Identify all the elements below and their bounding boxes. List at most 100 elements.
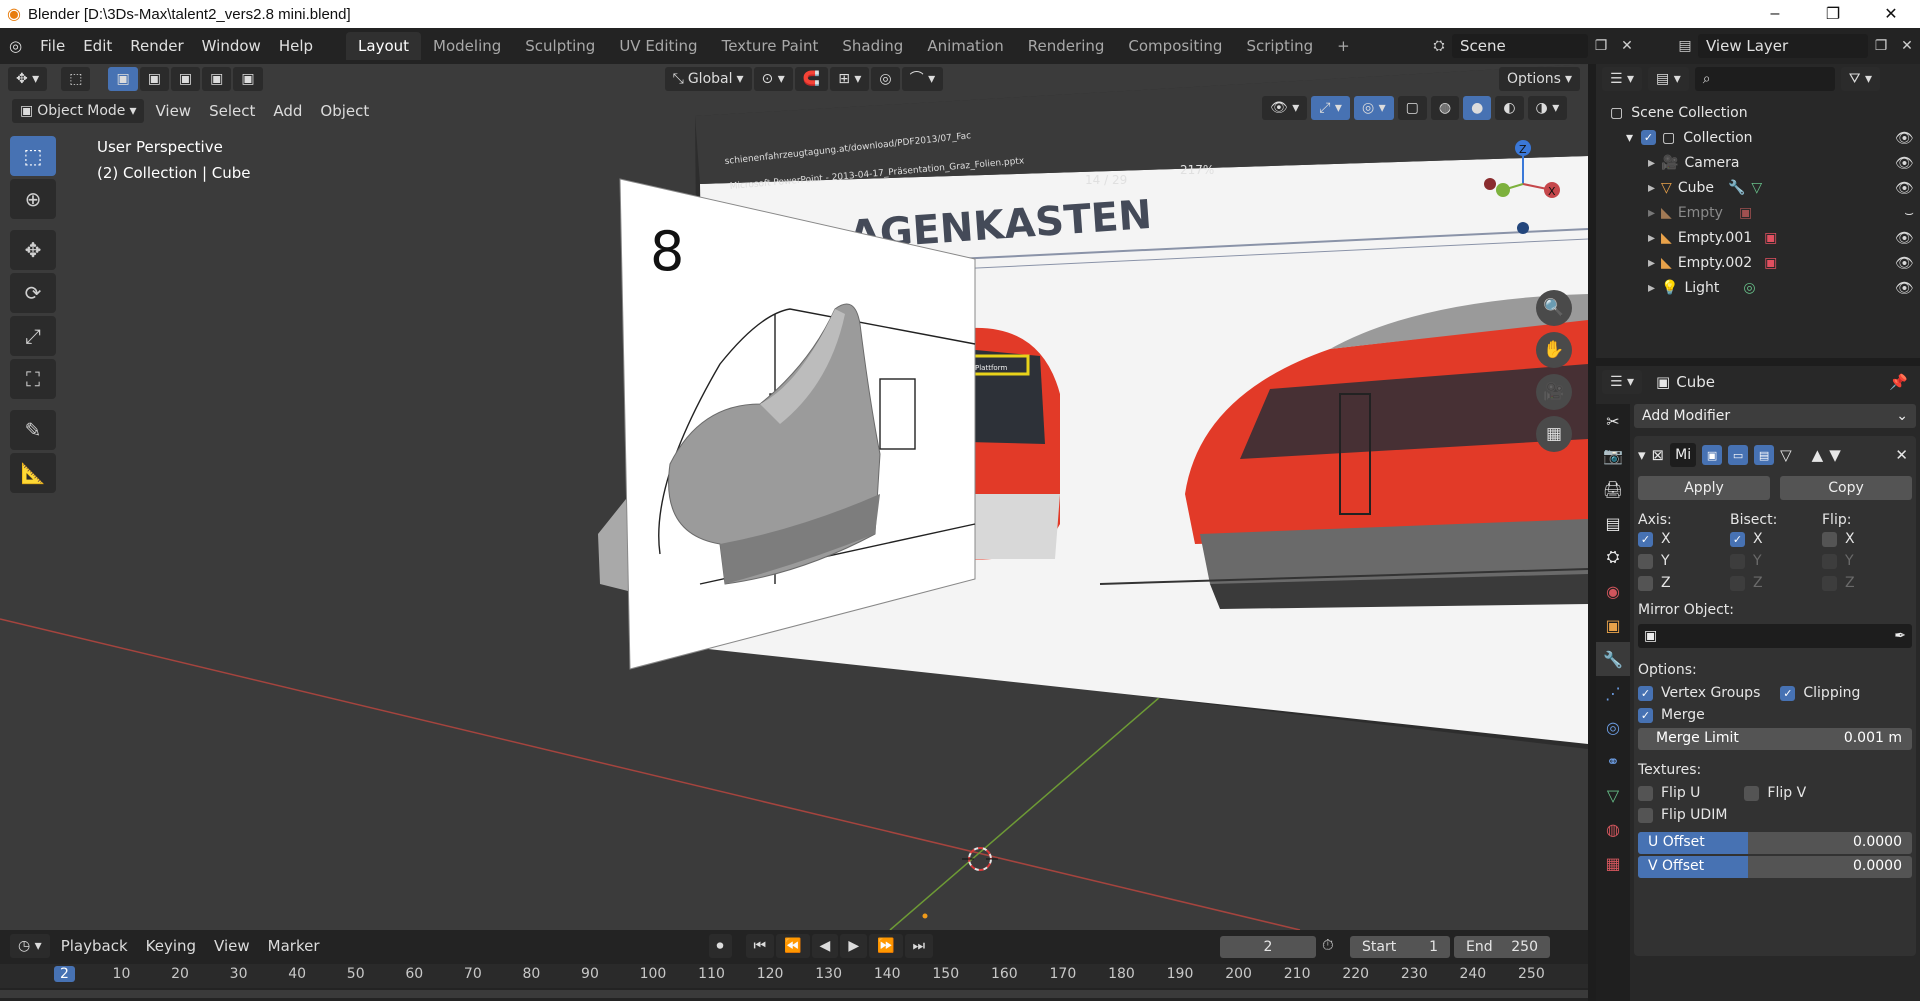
- remove-view-layer-icon[interactable]: ✕: [1894, 34, 1920, 58]
- tab-material[interactable]: ◍: [1596, 812, 1630, 846]
- tab-render[interactable]: 📷: [1596, 438, 1630, 472]
- bisect-y-checkbox[interactable]: Y: [1730, 550, 1822, 572]
- apply-button[interactable]: Apply: [1638, 476, 1770, 500]
- tab-uv-editing[interactable]: UV Editing: [607, 32, 709, 60]
- vertex-groups-checkbox[interactable]: ✓ Vertex Groups: [1638, 682, 1760, 704]
- menu-render[interactable]: Render: [121, 33, 192, 59]
- menu-keying[interactable]: Keying: [137, 937, 205, 955]
- menu-select[interactable]: Select: [200, 102, 264, 120]
- bisect-x-checkbox[interactable]: ✓ X: [1730, 528, 1822, 550]
- copy-button[interactable]: Copy: [1780, 476, 1912, 500]
- end-frame-field[interactable]: End 250: [1454, 936, 1550, 958]
- record-button[interactable]: ⏺: [708, 934, 732, 958]
- transform-orientation-dropdown[interactable]: ⤡ Global ▾: [664, 67, 752, 91]
- tab-data[interactable]: ▽: [1596, 778, 1630, 812]
- rotate-tool[interactable]: ⟳: [10, 273, 56, 313]
- properties-editor-type-button[interactable]: ☰ ▾: [1602, 370, 1643, 394]
- shading-wireframe-button[interactable]: ◍: [1430, 96, 1460, 120]
- proportional-edit-toggle[interactable]: ◎: [871, 67, 900, 91]
- tab-object[interactable]: ▣: [1596, 608, 1630, 642]
- tab-shading[interactable]: Shading: [830, 32, 915, 60]
- selection-mode-invert-button[interactable]: ▣: [202, 67, 232, 91]
- move-up-icon[interactable]: ▲: [1812, 446, 1824, 464]
- shading-material-button[interactable]: ◐: [1495, 96, 1524, 120]
- clipping-checkbox[interactable]: ✓ Clipping: [1780, 682, 1860, 704]
- eye-icon[interactable]: 👁: [1895, 154, 1914, 172]
- timeline-editor-type-button[interactable]: ◷ ▾: [10, 934, 50, 958]
- selection-mode-subtract-button[interactable]: ▣: [170, 67, 201, 91]
- outliner-item-camera[interactable]: ▸ 🎥 Camera 👁: [1596, 150, 1920, 175]
- eye-icon[interactable]: 👁: [1895, 129, 1914, 147]
- selection-mode-intersect-button[interactable]: ▣: [233, 67, 263, 91]
- move-down-icon[interactable]: ▼: [1829, 446, 1841, 464]
- scene-selector[interactable]: ⛭ Scene ❐ ✕: [1426, 32, 1640, 60]
- collapse-arrow-icon[interactable]: ▾: [1638, 446, 1646, 464]
- current-frame-field[interactable]: 2: [1220, 936, 1316, 958]
- axis-y-checkbox[interactable]: Y: [1638, 550, 1730, 572]
- menu-help[interactable]: Help: [270, 33, 322, 59]
- menu-view[interactable]: View: [146, 102, 200, 120]
- collection-checkbox[interactable]: ✓: [1641, 130, 1657, 145]
- tab-view-layer[interactable]: ▤: [1596, 506, 1630, 540]
- add-workspace-button[interactable]: +: [1325, 32, 1362, 60]
- add-modifier-dropdown[interactable]: Add Modifier ⌄: [1634, 404, 1916, 428]
- tab-layout[interactable]: Layout: [346, 32, 422, 60]
- eyedropper-icon[interactable]: ✒: [1894, 628, 1906, 644]
- gizmo-toggle[interactable]: ⤢ ▾: [1311, 96, 1350, 120]
- shading-solid-button[interactable]: ●: [1463, 96, 1492, 120]
- tab-rendering[interactable]: Rendering: [1016, 32, 1117, 60]
- tab-sculpting[interactable]: Sculpting: [513, 32, 607, 60]
- vertex-icon[interactable]: ▽: [1780, 446, 1792, 464]
- 3d-viewport[interactable]: schienenfahrzeugtagung.at/download/PDF20…: [0, 64, 1588, 930]
- menu-file[interactable]: File: [31, 33, 74, 59]
- move-tool[interactable]: ✥: [10, 230, 56, 270]
- play-button[interactable]: ▶: [840, 934, 868, 958]
- bisect-z-checkbox[interactable]: Z: [1730, 572, 1822, 594]
- axis-x-checkbox[interactable]: ✓ X: [1638, 528, 1730, 550]
- timeline-ruler[interactable]: 2 10 20 30 40 50 60 70 80 90 100 110 120 130 140 150 160…: [0, 964, 1588, 988]
- tab-texture[interactable]: ▦: [1596, 846, 1630, 880]
- xray-toggle[interactable]: ▢: [1397, 96, 1427, 120]
- zoom-view-button[interactable]: 🔍: [1536, 290, 1572, 326]
- flip-x-checkbox[interactable]: X: [1822, 528, 1914, 550]
- transform-tool[interactable]: ⛶: [10, 359, 56, 399]
- editor-type-button[interactable]: ✥ ▾: [8, 67, 48, 91]
- show-in-editmode-toggle[interactable]: ▣: [1702, 445, 1723, 465]
- delete-modifier-icon[interactable]: ✕: [1895, 446, 1908, 464]
- u-offset-field[interactable]: U Offset 0.0000: [1638, 832, 1912, 854]
- jump-end-button[interactable]: ⏭: [904, 934, 934, 958]
- outliner-search-input[interactable]: ⌕: [1694, 67, 1835, 91]
- overlay-toggle[interactable]: ◎ ▾: [1353, 96, 1394, 120]
- outliner-item-light[interactable]: ▸ 💡 Light ◎ 👁: [1596, 275, 1920, 300]
- camera-view-button[interactable]: 🎥: [1536, 374, 1572, 410]
- scale-tool[interactable]: ⤢: [10, 316, 56, 356]
- jump-keyframe-forward-button[interactable]: ⏩: [869, 934, 903, 958]
- tab-physics[interactable]: ◎: [1596, 710, 1630, 744]
- selection-mode-new-button[interactable]: ▣: [108, 67, 138, 91]
- flip-udim-checkbox[interactable]: Flip UDIM: [1638, 804, 1912, 826]
- proportional-falloff-dropdown[interactable]: ⌒ ▾: [901, 67, 944, 91]
- outliner-item-empty-001[interactable]: ▸ ◣ Empty.001 ▣ 👁: [1596, 225, 1920, 250]
- outliner-item-empty[interactable]: ▸ ◣ Empty ▣ ⌣: [1596, 200, 1920, 225]
- outliner-item-empty-002[interactable]: ▸ ◣ Empty.002 ▣ 👁: [1596, 250, 1920, 275]
- modifier-name-field[interactable]: Mi: [1670, 443, 1697, 467]
- collection-row[interactable]: ▾ ✓ ▢ Collection 👁: [1596, 125, 1920, 150]
- merge-limit-field[interactable]: Merge Limit 0.001 m: [1638, 728, 1912, 750]
- mirror-object-field[interactable]: ▣ ✒: [1638, 624, 1912, 648]
- tab-tool[interactable]: ✂: [1596, 404, 1630, 438]
- tab-compositing[interactable]: Compositing: [1116, 32, 1234, 60]
- tab-particles[interactable]: ⋰: [1596, 676, 1630, 710]
- snap-target-dropdown[interactable]: ⊞ ▾: [830, 67, 870, 91]
- pivot-point-dropdown[interactable]: ⊙ ▾: [753, 67, 793, 91]
- filter-dropdown[interactable]: ⛛ ▾: [1840, 67, 1880, 91]
- tab-constraints[interactable]: ⚭: [1596, 744, 1630, 778]
- annotate-tool[interactable]: ✎: [10, 410, 56, 450]
- show-render-toggle[interactable]: ▤: [1754, 445, 1775, 465]
- remove-scene-icon[interactable]: ✕: [1614, 34, 1640, 58]
- cursor-tool[interactable]: ⊕: [10, 179, 56, 219]
- maximize-button[interactable]: ❐: [1804, 0, 1862, 28]
- eye-icon[interactable]: 👁: [1895, 179, 1914, 197]
- visibility-dropdown[interactable]: 👁 ▾: [1262, 96, 1308, 120]
- eye-icon[interactable]: 👁: [1895, 254, 1914, 272]
- outliner-editor-type-button[interactable]: ☰ ▾: [1602, 67, 1643, 91]
